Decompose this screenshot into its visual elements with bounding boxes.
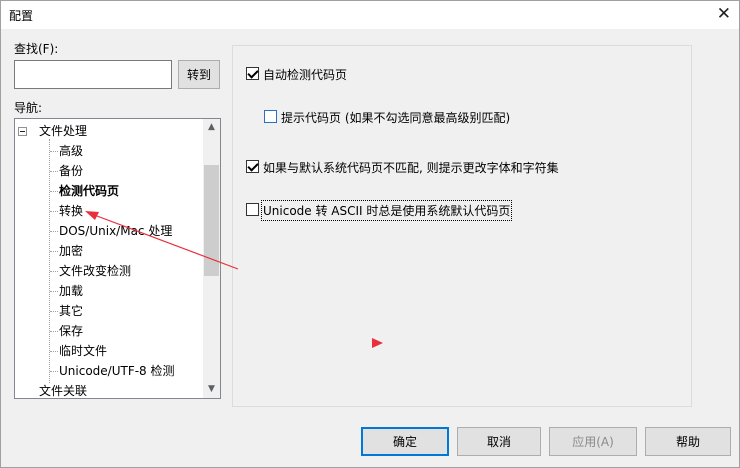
config-dialog: 配置 ✕ 查找(F): 转到 导航: 文件处理 高级 备份 检测代码页 转换 D… [0, 0, 740, 468]
annotation-arrow [85, 211, 383, 348]
